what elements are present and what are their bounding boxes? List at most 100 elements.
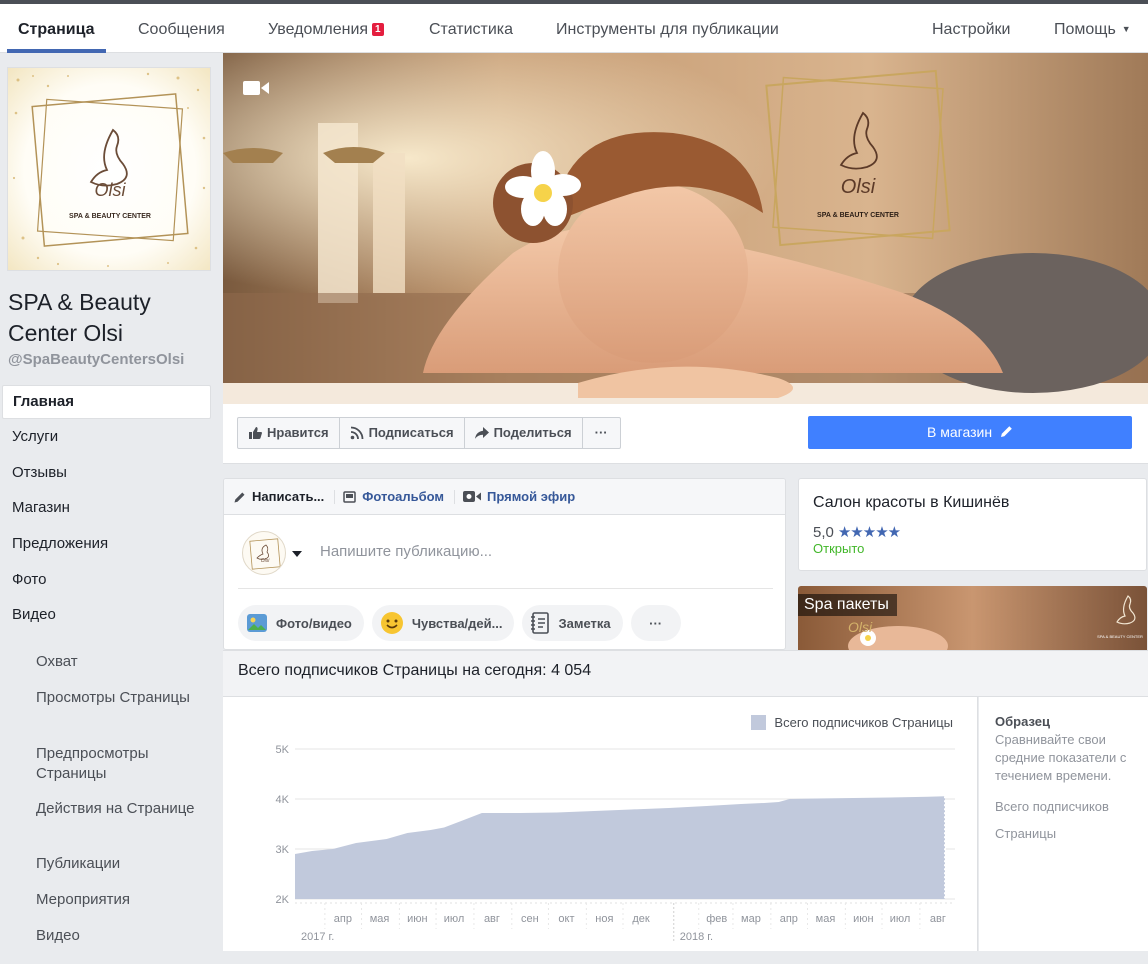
sidebar-item-reviews[interactable]: Отзывы <box>2 455 211 491</box>
sidebar-item-services[interactable]: Услуги <box>2 419 211 455</box>
page-profile-picture[interactable]: Olsi SPA & BEAUTY CENTER <box>7 67 211 271</box>
y-tick-label: 2K <box>276 894 290 906</box>
composer-tab-album-label: Фотоальбом <box>362 489 445 504</box>
insights-item-reach[interactable]: Охват <box>36 652 216 672</box>
photo-icon <box>247 614 267 632</box>
svg-text:Olsi: Olsi <box>261 558 271 564</box>
follow-button[interactable]: Подписаться <box>340 418 465 448</box>
benchmark-panel: Образец Сравнивайте свои средние показат… <box>979 697 1148 951</box>
x-tick-label: сен <box>521 913 539 925</box>
tab-notifications[interactable]: Уведомления 1 <box>268 21 384 39</box>
sidebar-item-shop[interactable]: Магазин <box>2 490 211 526</box>
follow-label: Подписаться <box>368 425 454 440</box>
followers-chart[interactable]: 2K 3K 4K 5K апр мая июн июл авг сен окт ноя дек фев ма… <box>223 697 978 951</box>
open-status: Открыто <box>813 541 865 556</box>
x-tick-label: мар <box>741 913 761 925</box>
cover-photo[interactable]: Olsi SPA & BEAUTY CENTER <box>223 53 1148 404</box>
tab-messages[interactable]: Сообщения <box>138 21 225 39</box>
like-label: Нравится <box>267 425 329 440</box>
spa-packages-label: Spa пакеты <box>798 594 897 616</box>
shop-button[interactable]: В магазин <box>808 416 1132 449</box>
rating-row[interactable]: 5,0 ★★★★★ <box>813 523 901 542</box>
composer-avatar[interactable]: Olsi <box>242 531 286 575</box>
x-tick-label: окт <box>558 913 574 925</box>
composer-tab-live[interactable]: Прямой эфир <box>463 489 585 504</box>
svg-text:Olsi: Olsi <box>95 180 127 200</box>
composer-tab-write[interactable]: Написать... <box>234 489 336 504</box>
more-options-button[interactable]: ··· <box>583 418 620 448</box>
x-tick-label: авг <box>484 913 500 925</box>
benchmark-metric-2[interactable]: Страницы <box>995 825 1056 843</box>
page-username[interactable]: @SpaBeautyCentersOlsi <box>8 351 184 368</box>
insights-item-posts[interactable]: Публикации <box>36 854 216 874</box>
settings-link[interactable]: Настройки <box>932 21 1010 39</box>
year-label: 2017 г. <box>301 931 334 943</box>
post-composer: Написать... Фотоальбом Прямой эфир Olsi … <box>223 478 786 650</box>
action-button-group: Нравится Подписаться Поделиться ··· <box>237 417 621 449</box>
benchmark-title: Образец <box>995 714 1050 729</box>
benchmark-metric-1[interactable]: Всего подписчиков <box>995 798 1109 816</box>
sidebar-item-offers[interactable]: Предложения <box>2 526 211 562</box>
followers-header: Всего подписчиков Страницы на сегодня: 4… <box>223 650 1148 697</box>
insights-item-page-views[interactable]: Просмотры Страницы <box>36 688 216 708</box>
insights-item-actions[interactable]: Действия на Странице <box>36 799 216 819</box>
share-arrow-icon <box>474 427 489 439</box>
sidebar-item-home[interactable]: Главная <box>2 385 211 419</box>
business-category[interactable]: Салон красоты в Кишинёв <box>813 494 1009 512</box>
composer-input-row: Olsi Напишите публикацию... <box>238 529 773 589</box>
live-video-icon <box>463 491 482 502</box>
svg-text:SPA & BEAUTY CENTER: SPA & BEAUTY CENTER <box>69 213 151 220</box>
year-label: 2018 г. <box>680 931 713 943</box>
x-tick-label: ноя <box>595 913 613 925</box>
page-action-bar: Нравится Подписаться Поделиться ··· В ма… <box>223 404 1148 464</box>
feeling-activity-button[interactable]: Чувства/дей... <box>371 605 515 641</box>
svg-text:Olsi: Olsi <box>848 619 873 635</box>
insights-item-videos[interactable]: Видео <box>36 926 216 946</box>
thumbs-up-icon <box>249 427 262 439</box>
post-input[interactable]: Напишите публикацию... <box>320 543 492 560</box>
smiley-icon <box>380 612 403 634</box>
video-camera-icon[interactable] <box>243 80 269 96</box>
x-tick-label: июн <box>853 913 873 925</box>
svg-text:SPA & BEAUTY CENTER: SPA & BEAUTY CENTER <box>817 212 899 219</box>
notebook-icon <box>531 612 550 634</box>
insights-item-events[interactable]: Мероприятия <box>36 890 216 910</box>
followers-area-series <box>295 796 945 899</box>
help-menu[interactable]: Помощь ▼ <box>1054 21 1131 39</box>
x-tick-label: мая <box>816 913 836 925</box>
caret-down-icon[interactable] <box>292 551 302 557</box>
x-tick-label: апр <box>334 913 352 925</box>
composer-tab-live-label: Прямой эфир <box>487 489 576 504</box>
spa-packages-card[interactable]: Olsi SPA & BEAUTY CENTER Spa пакеты <box>798 586 1147 650</box>
photo-album-icon <box>343 490 357 503</box>
followers-total-title: Всего подписчиков Страницы на сегодня: 4… <box>238 662 592 679</box>
share-button[interactable]: Поделиться <box>465 418 583 448</box>
tab-insights[interactable]: Статистика <box>429 21 513 39</box>
pencil-icon <box>234 492 245 502</box>
note-button[interactable]: Заметка <box>522 605 623 641</box>
like-button[interactable]: Нравится <box>238 418 340 448</box>
more-options-icon: ··· <box>594 425 608 440</box>
y-tick-label: 4K <box>276 794 290 806</box>
page-title[interactable]: SPA & Beauty Center Olsi <box>8 287 208 349</box>
tab-notifications-label: Уведомления <box>268 21 369 38</box>
cover-image: Olsi SPA & BEAUTY CENTER <box>223 53 1148 404</box>
logo-thumbnail: Olsi <box>249 538 281 570</box>
composer-tab-album[interactable]: Фотоальбом <box>343 489 456 504</box>
rss-icon <box>350 426 363 440</box>
share-label: Поделиться <box>493 425 572 440</box>
top-navigation: Страница Сообщения Уведомления 1 Статисти… <box>0 0 1148 53</box>
tab-page[interactable]: Страница <box>18 21 95 39</box>
x-tick-label: июн <box>407 913 427 925</box>
composer-tab-write-label: Написать... <box>252 489 325 504</box>
photo-video-button[interactable]: Фото/видео <box>238 605 364 641</box>
tab-publishing-tools[interactable]: Инструменты для публикации <box>556 21 779 39</box>
page-sidebar-menu: Главная Услуги Отзывы Магазин Предложени… <box>2 385 211 633</box>
insights-item-page-previews[interactable]: Предпросмотры Страницы <box>36 744 216 784</box>
composer-more-button[interactable]: ··· <box>630 605 681 641</box>
sidebar-item-videos[interactable]: Видео <box>2 597 211 633</box>
x-tick-label: авг <box>930 913 946 925</box>
logo-image: Olsi SPA & BEAUTY CENTER <box>8 68 210 270</box>
composer-tabs: Написать... Фотоальбом Прямой эфир <box>224 479 785 515</box>
sidebar-item-photos[interactable]: Фото <box>2 562 211 598</box>
